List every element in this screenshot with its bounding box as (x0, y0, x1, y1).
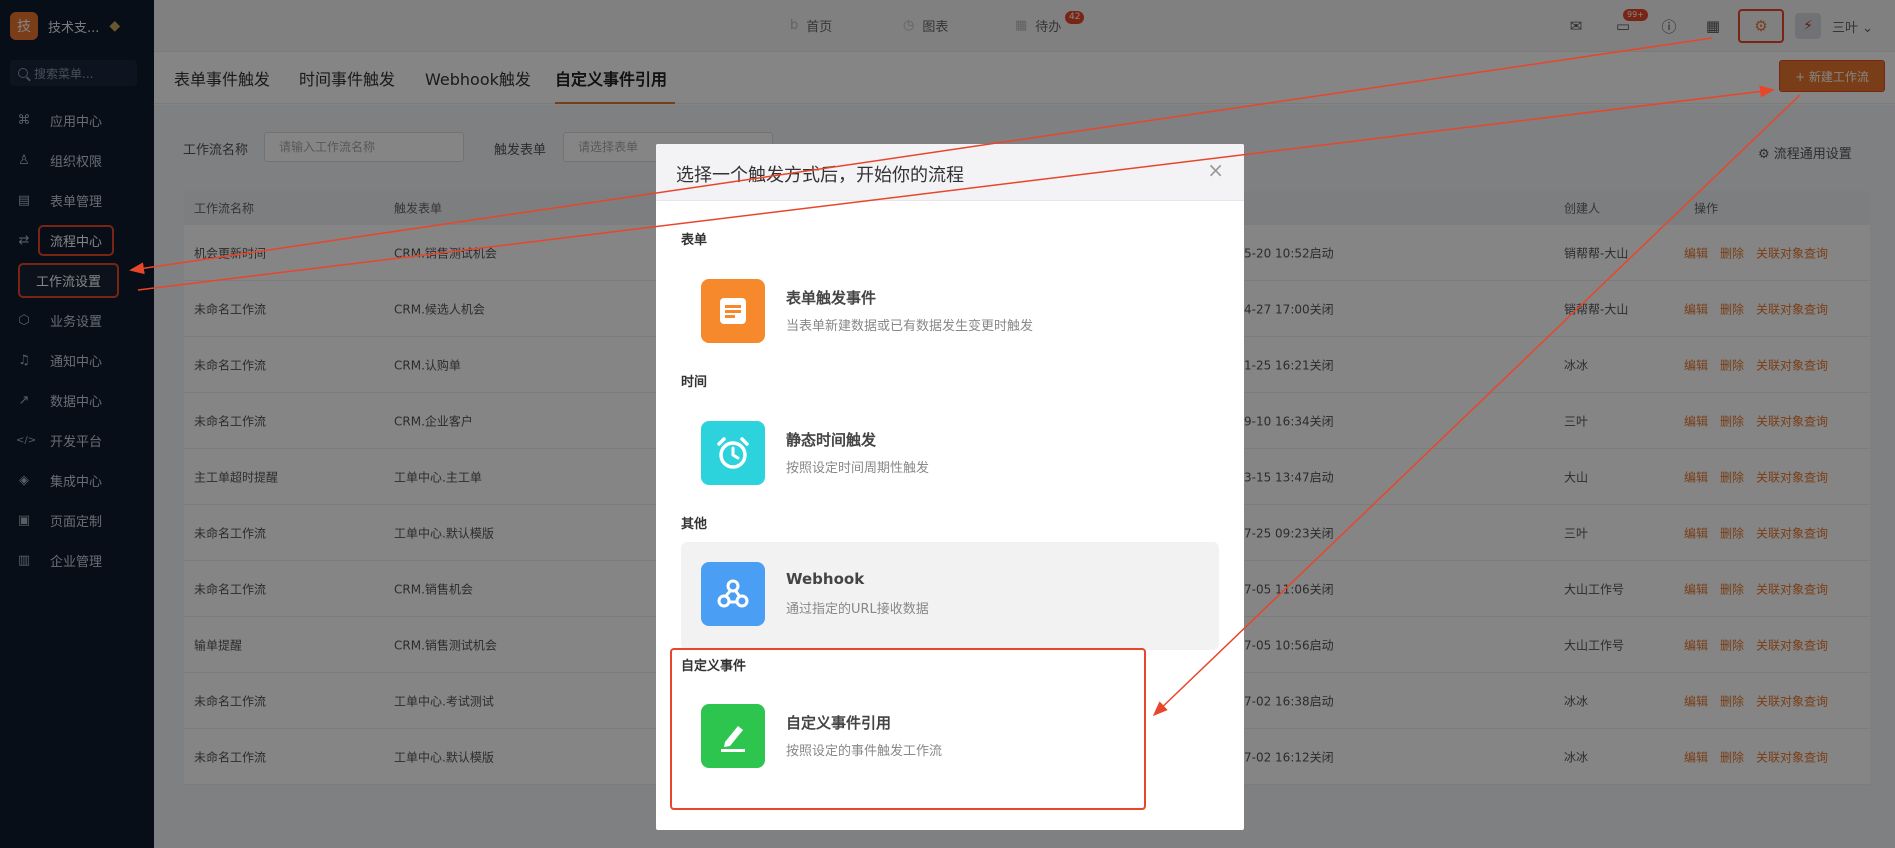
arrow-new-to-custom (1152, 94, 1801, 717)
annotation-arrows (129, 37, 1801, 717)
arrow-gear-to-workflow (129, 37, 1713, 275)
arrow-workflow-to-new (137, 85, 1775, 291)
